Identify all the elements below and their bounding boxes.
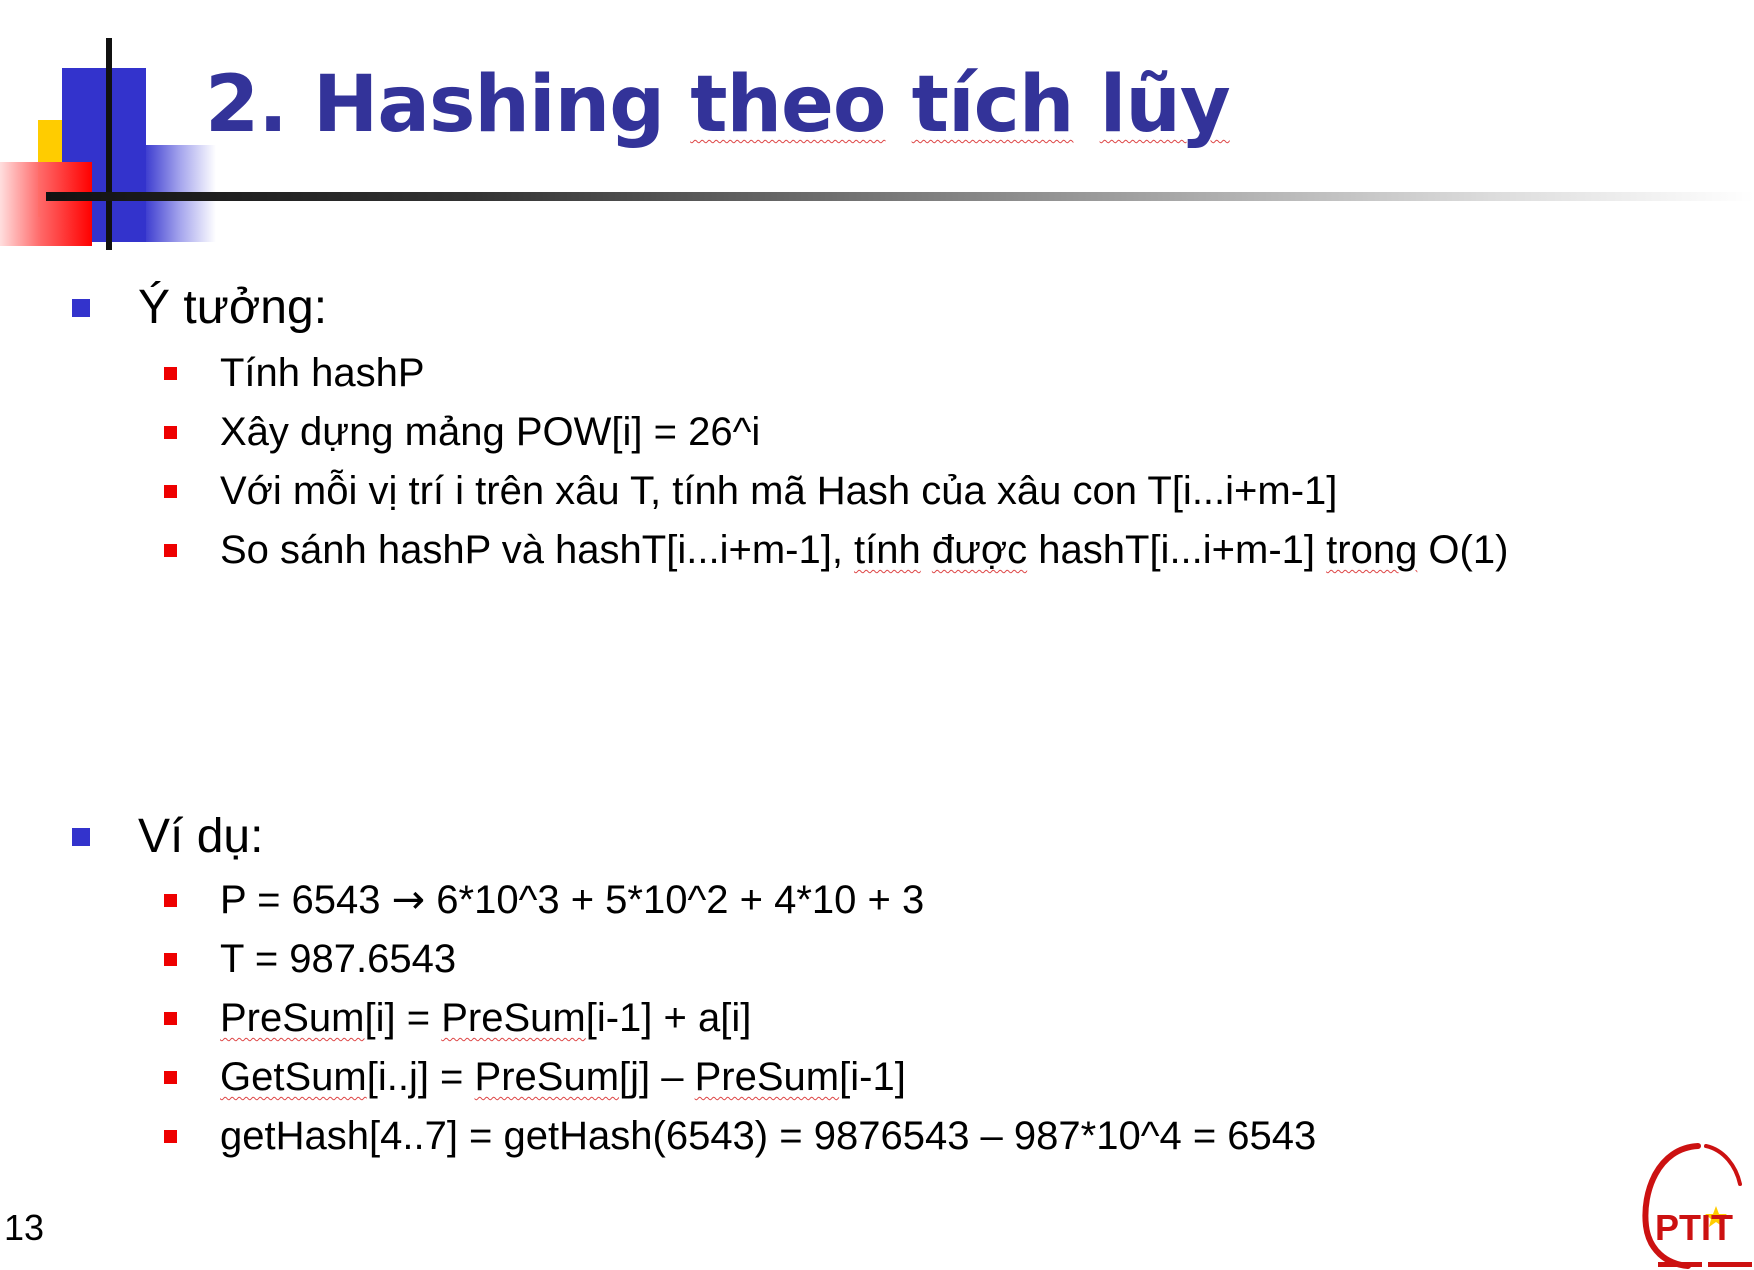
red-square-bullet <box>164 893 177 907</box>
example-item-getsum: GetSum[i..j] = PreSum[j] – PreSum[i-1] <box>164 1052 906 1102</box>
idea-item-substring-hash: Với mỗi vị trí i trên xâu T, tính mã Has… <box>164 466 1337 516</box>
logo-text: PTIT <box>1655 1207 1733 1248</box>
idea-item-text: Tính hashP <box>220 351 425 395</box>
header-decoration-overlay <box>92 162 146 242</box>
idea-item-pow-array: Xây dựng mảng POW[i] = 26^i <box>164 407 760 457</box>
bullet-heading-idea: Ý tưởng: <box>72 278 327 338</box>
text-run-tinh: tính <box>854 528 921 572</box>
example-item-text: P = 6543 → 6*10^3 + 5*10^2 + 4*10 + 3 <box>220 875 924 925</box>
text-run-trong: trong <box>1326 528 1418 572</box>
blue-square-bullet <box>72 299 90 317</box>
example-item-text: T = 987.6543 <box>220 937 457 981</box>
red-square-bullet <box>164 543 177 557</box>
red-square-bullet <box>164 366 177 380</box>
example-item-text: PreSum[i] = PreSum[i-1] + a[i] <box>220 993 751 1043</box>
example-item-text: GetSum[i..j] = PreSum[j] – PreSum[i-1] <box>220 1052 906 1102</box>
slide-number: 13 <box>4 1207 45 1248</box>
slide-title: 2. Hashing theo tích lũy <box>205 50 1231 160</box>
ptit-logo: PTIT <box>1642 1143 1752 1269</box>
example-item-p: P = 6543 → 6*10^3 + 5*10^2 + 4*10 + 3 <box>164 875 924 925</box>
text-run: So sánh hashP và hashT[i...i+m-1], <box>220 528 855 572</box>
bullet-heading-example: Ví dụ: <box>72 807 263 867</box>
text-run: [i-1] + a[i] <box>585 996 752 1040</box>
text-run: P = 6543 <box>220 878 392 922</box>
title-space <box>886 60 912 150</box>
red-square-bullet <box>164 952 177 966</box>
text-run: [i] = <box>364 996 442 1040</box>
idea-item-compute-hashp: Tính hashP <box>164 348 425 398</box>
text-run-presum: PreSum <box>220 996 365 1040</box>
text-run: hashT[i...i+m-1] <box>1027 528 1327 572</box>
example-item-text: getHash[4..7] = getHash(6543) = 9876543 … <box>220 1114 1317 1158</box>
title-word-theo: theo <box>690 60 886 150</box>
text-run: [j] – <box>619 1055 695 1099</box>
title-word-tich: tích <box>911 60 1075 150</box>
example-item-presum: PreSum[i] = PreSum[i-1] + a[i] <box>164 993 751 1043</box>
text-run: O(1) <box>1417 528 1509 572</box>
title-word-luy: lũy <box>1099 60 1231 150</box>
text-run-duoc: được <box>931 528 1028 572</box>
red-square-bullet <box>164 1011 177 1025</box>
text-run <box>921 528 932 572</box>
text-run: 6*10^3 + 5*10^2 + 4*10 + 3 <box>425 878 925 922</box>
title-space <box>1073 60 1099 150</box>
idea-item-text: Với mỗi vị trí i trên xâu T, tính mã Has… <box>220 469 1338 513</box>
red-square-bullet <box>164 425 177 439</box>
example-item-gethash: getHash[4..7] = getHash(6543) = 9876543 … <box>164 1111 1316 1161</box>
heading-example-label: Ví dụ: <box>138 810 264 863</box>
idea-item-text: Xây dựng mảng POW[i] = 26^i <box>220 410 761 454</box>
text-run: [i-1] <box>839 1055 906 1099</box>
red-square-bullet <box>164 484 177 498</box>
header-vertical-rule <box>106 38 112 250</box>
arrow-right-icon: → <box>391 877 426 923</box>
example-item-t: T = 987.6543 <box>164 934 456 984</box>
text-run-presum: PreSum <box>474 1055 620 1099</box>
blue-square-bullet <box>72 828 90 846</box>
idea-item-text: So sánh hashP và hashT[i...i+m-1], tính … <box>220 525 1508 575</box>
text-run-presum: PreSum <box>441 996 586 1040</box>
title-text: 2. Hashing <box>205 60 691 150</box>
red-square-bullet <box>164 1070 177 1084</box>
header-horizontal-rule <box>46 192 1754 201</box>
text-run: [i..j] = <box>366 1055 475 1099</box>
heading-idea-label: Ý tưởng: <box>138 281 328 334</box>
text-run-getsum: GetSum <box>220 1055 367 1099</box>
red-square-bullet <box>164 1129 177 1143</box>
text-run-presum: PreSum <box>694 1055 840 1099</box>
header-decoration-red-block <box>0 162 92 246</box>
idea-item-compare-hash: So sánh hashP và hashT[i...i+m-1], tính … <box>164 525 1508 575</box>
